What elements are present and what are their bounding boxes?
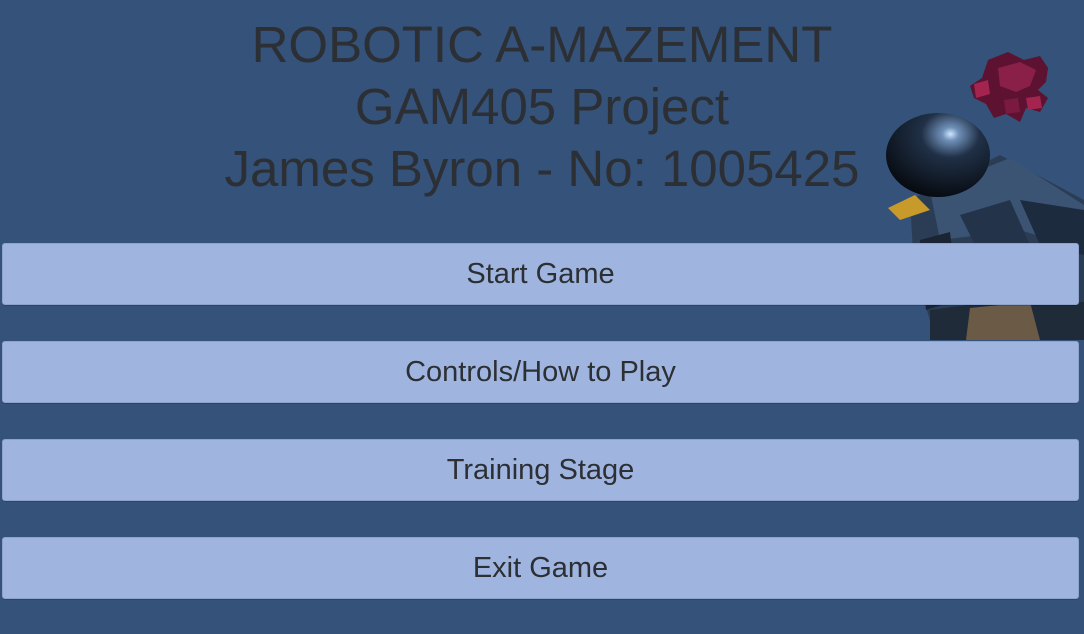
- controls-how-to-play-button[interactable]: Controls/How to Play: [2, 341, 1079, 403]
- exit-game-button[interactable]: Exit Game: [2, 537, 1079, 599]
- start-game-button[interactable]: Start Game: [2, 243, 1079, 305]
- main-menu-screen: ROBOTIC A-MAZEMENT GAM405 Project James …: [0, 0, 1084, 634]
- training-stage-button[interactable]: Training Stage: [2, 439, 1079, 501]
- main-menu: Start Game Controls/How to Play Training…: [0, 0, 1084, 634]
